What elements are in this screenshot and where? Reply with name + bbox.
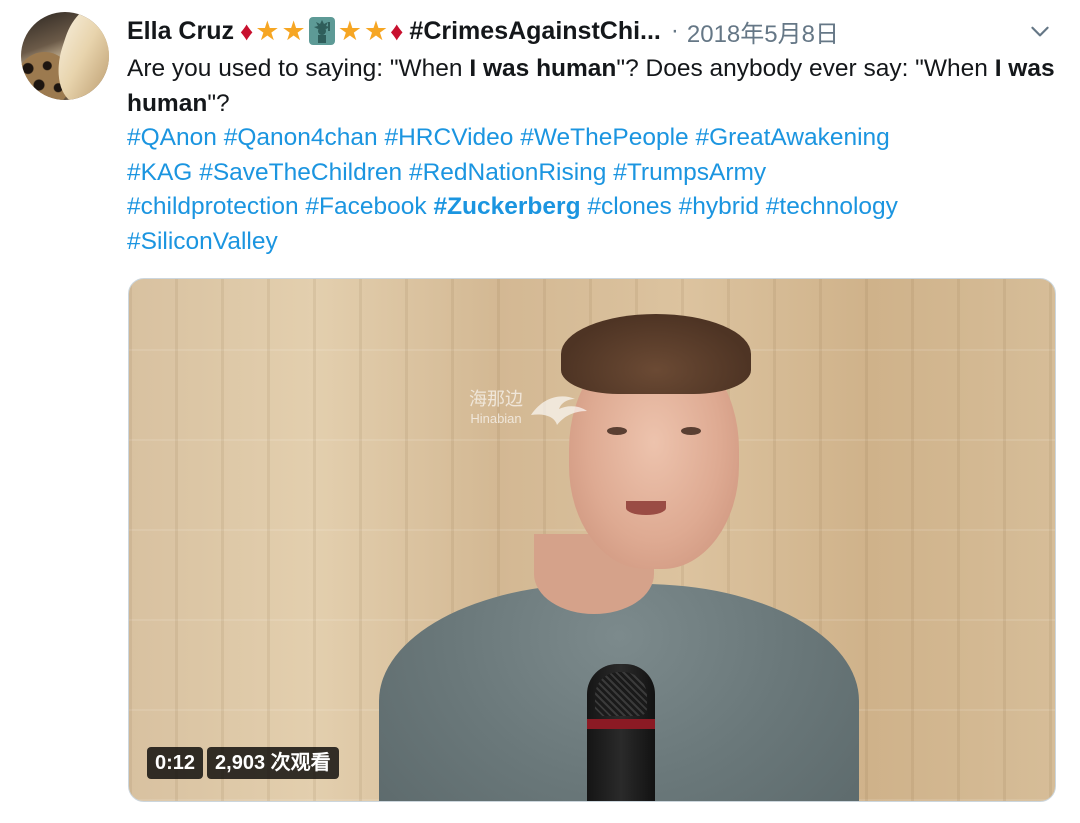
hashtag-link[interactable]: #GreatAwakening [695,124,889,151]
video-frame-eye [681,427,701,435]
video-player[interactable]: 海那边 Hinabian 0:12 2,903 次观看 [128,278,1056,802]
watermark: 海那边 Hinabian [469,389,591,429]
star-icon: ★ [337,15,362,46]
watermark-text: 海那边 Hinabian [469,389,523,429]
diamond-icon: ♦ [239,16,254,46]
watermark-cn: 海那边 [469,389,523,409]
tweet-text-part: "? Does anybody ever say: "When [616,55,995,82]
tweet: Ella Cruz ♦ ★ ★ ★ ★ ♦ #CrimesAgainstChi.… [0,0,1080,823]
hashtag-link[interactable]: #HRCVideo [384,124,513,151]
statue-of-liberty-icon [308,17,335,45]
star-icon: ★ [281,15,306,46]
tweet-text-part: Are you used to saying: "When [127,55,470,82]
hashtag-link[interactable]: #KAG [127,159,192,186]
hashtag-link[interactable]: #Zuckerberg [433,193,580,220]
watermark-en: Hinabian [470,411,522,426]
microphone [587,664,655,801]
microphone-ring [587,719,655,729]
tweet-text: Are you used to saying: "When I was huma… [127,52,1057,121]
avatar[interactable] [21,12,109,100]
author-name-group[interactable]: Ella Cruz ♦ ★ ★ ★ ★ ♦ #CrimesAgainstChi.… [127,17,661,46]
hashtag-list: #QAnon #Qanon4chan #HRCVideo #WeThePeopl… [127,121,1067,260]
video-frame-mouth [626,501,666,515]
hashtag-link[interactable]: #Qanon4chan [224,124,378,151]
hashtag-link[interactable]: #QAnon [127,124,217,151]
video-view-count: 2,903 次观看 [207,747,339,779]
tweet-date[interactable]: 2018年5月8日 [687,14,839,49]
video-duration: 0:12 [147,747,204,779]
hashtag-link[interactable]: #Facebook [305,193,426,220]
hashtag-link[interactable]: #childprotection [127,193,299,220]
hashtag-link[interactable]: #TrumpsArmy [613,159,766,186]
author-handle[interactable]: #CrimesAgainstChi... [409,17,660,46]
watermark-bird-icon [531,396,587,425]
author-name[interactable]: Ella Cruz [127,17,234,46]
tweet-text-bold: I was human [469,55,617,82]
hashtag-link[interactable]: #RedNationRising [409,159,606,186]
star-icon: ★ [255,15,280,46]
hashtag-link[interactable]: #clones [587,193,671,220]
video-frame-hair [561,314,751,394]
tweet-header: Ella Cruz ♦ ★ ★ ★ ★ ♦ #CrimesAgainstChi.… [127,14,1067,48]
tweet-text-part: "? [207,89,230,117]
hashtag-link[interactable]: #SiliconValley [127,228,278,255]
hashtag-link[interactable]: #hybrid [679,193,759,220]
hashtag-link[interactable]: #WeThePeople [520,124,688,151]
star-icon: ★ [363,15,389,46]
video-badges: 0:12 2,903 次观看 [147,747,339,779]
chevron-down-icon[interactable] [1027,18,1053,44]
hashtag-link[interactable]: #technology [766,193,898,220]
meta-separator: · [670,17,679,44]
diamond-icon: ♦ [390,16,404,46]
video-frame-eye [607,427,627,435]
hashtag-link[interactable]: #SaveTheChildren [199,159,402,186]
